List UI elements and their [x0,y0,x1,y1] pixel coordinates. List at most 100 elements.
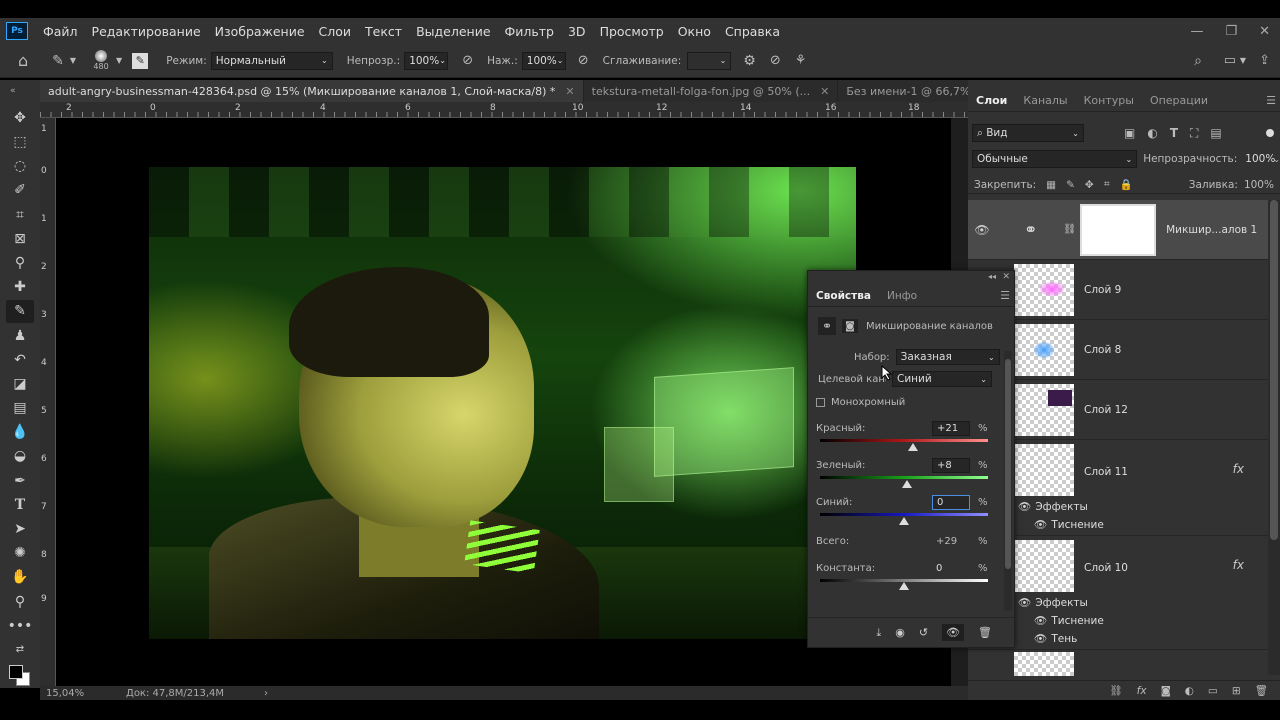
properties-scrollbar[interactable] [1004,351,1012,611]
tab-channels[interactable]: Каналы [1015,94,1075,107]
toggle-visibility-icon[interactable]: 👁 [942,624,965,641]
view-previous-icon[interactable]: ◉ [895,626,905,639]
layer-filter-select[interactable]: ⌕ Вид ⌄ [972,124,1084,142]
preset-select[interactable]: Заказная ⌄ [895,349,1000,365]
layer-name[interactable]: Слой 8 [1084,344,1121,356]
lock-paint-icon[interactable]: ✎ [1066,179,1075,191]
blend-mode-select[interactable]: Обычные ⌄ [972,150,1138,168]
fill-value[interactable]: 100% [1244,179,1274,191]
flow-field[interactable]: 100% ⌄ [521,51,566,70]
zoom-level[interactable]: 15,04% [46,688,116,699]
tab-info[interactable]: Инфо [879,290,925,302]
blue-slider-track[interactable] [820,513,988,516]
green-slider-thumb[interactable] [902,480,913,488]
panel-menu-icon[interactable]: ☰ [1000,289,1010,302]
effects-group[interactable]: 👁 Эффекты [1018,594,1088,611]
menu-filter[interactable]: Фильтр [498,24,561,39]
workspace-icon[interactable]: ▭ [1224,53,1236,68]
menu-help[interactable]: Справка [718,24,787,39]
reset-icon[interactable]: ↺ [919,626,928,639]
eraser-tool-icon[interactable]: ◪ [6,372,34,396]
opacity-field[interactable]: 100% ⌄ [404,51,449,70]
filter-smart-icon[interactable]: ▤ [1210,126,1221,140]
channel-mixer-icon[interactable]: ⚭ [818,317,836,335]
constant-slider-thumb[interactable] [899,582,909,590]
red-value-field[interactable]: +21 [932,421,970,436]
mode-select[interactable]: Нормальный ⌄ [210,51,333,70]
gear-icon[interactable]: ⚙ [743,53,756,69]
hand-tool-icon[interactable]: ✋ [6,566,34,590]
mask-icon[interactable]: ◙ [842,319,858,333]
chevron-down-icon[interactable]: ⌄ [1273,155,1280,164]
type-tool-icon[interactable]: T [6,493,34,517]
pressure-opacity-icon[interactable]: ⊘ [462,53,473,68]
green-value-field[interactable]: +8 [932,458,970,473]
stamp-tool-icon[interactable]: ♟ [6,324,34,348]
close-tab-icon[interactable]: ✕ [565,85,574,98]
close-panel-icon[interactable]: ✕ [1002,272,1010,282]
red-slider-thumb[interactable] [907,443,918,451]
tab-document-1[interactable]: adult-angry-businessman-428364.psd @ 15%… [40,80,584,102]
chevron-down-icon[interactable]: ▼ [116,56,122,65]
layer-effects-icon[interactable]: fx [1233,462,1244,476]
new-adjustment-icon[interactable]: ◐ [1185,685,1194,697]
chevron-down-icon[interactable]: ▼ [70,56,76,65]
lock-transparency-icon[interactable]: ▦ [1046,179,1056,191]
visibility-eye-icon[interactable]: 👁 [1034,632,1047,645]
layer-row[interactable] [968,652,1268,676]
history-brush-tool-icon[interactable]: ↶ [6,348,34,372]
visibility-eye-icon[interactable]: 👁 [1034,614,1047,627]
layer-effects-icon[interactable]: fx [1233,558,1244,572]
delete-layer-icon[interactable]: 🗑 [1255,684,1268,697]
quick-select-tool-icon[interactable]: ✐ [6,179,34,203]
share-icon[interactable]: ⇪ [1259,53,1270,68]
lock-position-icon[interactable]: ✥ [1085,179,1094,191]
brush-tool-icon[interactable]: ✎ [52,53,64,69]
menu-view[interactable]: Просмотр [593,24,671,39]
smoothing-field[interactable]: ⌄ [687,51,732,70]
mask-link-icon[interactable]: ⛓ [1063,224,1076,235]
scrollbar-thumb[interactable] [1270,200,1278,540]
airbrush-icon[interactable]: ⊘ [578,53,589,68]
frame-tool-icon[interactable]: ⊠ [6,227,34,251]
visibility-eye-icon[interactable]: 👁 [1018,500,1031,513]
green-slider-track[interactable] [820,476,988,479]
layer-mask-thumbnail[interactable] [1080,203,1157,256]
tab-actions[interactable]: Операции [1142,94,1216,107]
menu-window[interactable]: Окно [671,24,718,39]
color-swatches[interactable] [6,662,34,688]
effect-item[interactable]: 👁 Тень [1034,630,1077,647]
link-layers-icon[interactable]: ⛓ [1109,684,1122,697]
new-layer-icon[interactable]: ⊞ [1232,685,1241,697]
panel-menu-icon[interactable]: ☰ [1266,94,1276,107]
layer-opacity-field[interactable]: 100% [1241,150,1275,168]
effects-group[interactable]: 👁 Эффекты [1018,498,1088,515]
filter-adjustment-icon[interactable]: ◐ [1147,126,1157,140]
filter-shape-icon[interactable]: ⛶ [1190,126,1198,141]
shape-tool-icon[interactable]: ✺ [6,541,34,565]
more-tools-icon[interactable]: ••• [6,614,34,638]
scrollbar-thumb[interactable] [1005,359,1011,569]
layer-name[interactable]: Слой 11 [1084,466,1128,478]
zoom-tool-icon[interactable]: ⚲ [6,590,34,614]
target-channel-select[interactable]: Синий ⌄ [892,371,992,387]
visibility-eye-icon[interactable]: 👁 [968,223,996,237]
blue-slider-thumb[interactable] [899,517,909,525]
lock-all-icon[interactable]: 🔒 [1120,178,1133,191]
restore-icon[interactable]: ❐ [1225,24,1237,39]
filter-type-icon[interactable]: T [1170,126,1178,140]
home-icon[interactable]: ⌂ [18,51,28,70]
filter-toggle[interactable] [1265,129,1274,137]
visibility-eye-icon[interactable]: 👁 [1034,518,1047,531]
tab-paths[interactable]: Контуры [1076,94,1142,107]
menu-layers[interactable]: Слои [312,24,359,39]
new-group-icon[interactable]: ▭ [1208,685,1218,697]
red-slider-track[interactable] [820,439,988,442]
layer-name[interactable]: Слой 9 [1084,284,1121,296]
status-menu-icon[interactable]: › [264,688,268,699]
layer-row[interactable]: 👁 ⚭ ⛓ Микшир...алов 1 [968,200,1268,260]
menu-select[interactable]: Выделение [409,24,497,39]
layer-name[interactable]: Слой 10 [1084,562,1128,574]
blue-value-field[interactable]: 0 [932,495,970,510]
search-icon[interactable]: ⌕ [1194,53,1202,69]
